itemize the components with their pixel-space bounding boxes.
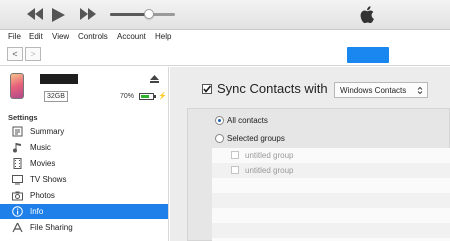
sidebar-item-file-sharing[interactable]: File Sharing [0,220,168,235]
volume-knob[interactable] [144,9,154,19]
menu-bar: File Edit View Controls Account Help [0,30,450,44]
summary-icon [12,126,23,137]
rewind-icon[interactable] [27,8,43,22]
sidebar-item-label: Summary [30,127,65,136]
sidebar-item-label: Music [30,143,51,152]
settings-heading: Settings [8,113,38,122]
empty-row [212,208,450,223]
battery-percent: 70% [120,93,135,100]
charging-icon: ⚡ [158,93,167,100]
empty-row [212,223,450,238]
contacts-source-dropdown[interactable]: Windows Contacts [334,82,428,98]
all-contacts-label: All contacts [227,116,268,125]
menu-file[interactable]: File [8,32,21,41]
sidebar-item-label: Info [30,207,44,216]
iphone-icon [10,73,24,99]
sync-contacts-checkbox[interactable] [202,84,212,94]
sidebar-item-label: File Sharing [30,223,73,232]
group-label: untitled group [245,166,294,175]
info-icon [12,206,23,217]
list-item[interactable]: untitled group [212,163,450,178]
navigation-bar: < > [0,44,450,66]
selected-groups-radio[interactable] [215,134,224,143]
menu-controls[interactable]: Controls [78,32,108,41]
sidebar-item-label: Movies [30,159,56,168]
menu-view[interactable]: View [52,32,69,41]
player-bar [0,0,450,30]
group-checkbox[interactable] [231,151,239,159]
group-label: untitled group [245,151,294,160]
apple-logo-icon [360,6,374,25]
camera-icon [12,190,23,201]
list-item[interactable]: untitled group [212,148,450,163]
tv-icon [12,174,23,185]
app-store-icon [12,222,23,233]
sidebar-item-label: TV Shows [30,175,67,184]
groups-list: untitled group untitled group [212,148,450,241]
sidebar-item-label: Photos [30,191,55,200]
capacity-badge: 32GB [44,91,68,102]
sidebar: 32GB 70% ⚡ Settings Summary Music Movies… [0,67,169,241]
volume-slider[interactable] [110,13,175,16]
main-content: Sync Contacts with Windows Contacts All … [170,67,450,241]
play-icon[interactable] [52,8,65,24]
empty-row [212,178,450,193]
menu-edit[interactable]: Edit [29,32,43,41]
sidebar-item-tv-shows[interactable]: TV Shows [0,172,168,187]
sidebar-item-info[interactable]: Info [0,204,168,219]
all-contacts-radio[interactable] [215,116,224,125]
forward-button[interactable]: > [25,47,41,61]
empty-row [212,193,450,208]
dropdown-value: Windows Contacts [340,86,407,95]
film-icon [12,158,23,169]
sync-contacts-label: Sync Contacts with [217,81,328,96]
sidebar-item-movies[interactable]: Movies [0,156,168,171]
group-checkbox[interactable] [231,166,239,174]
music-note-icon [12,142,23,153]
device-button[interactable] [347,47,389,63]
sidebar-item-photos[interactable]: Photos [0,188,168,203]
fast-forward-icon[interactable] [80,8,96,22]
back-button[interactable]: < [7,47,23,61]
battery-icon [139,93,154,100]
menu-help[interactable]: Help [155,32,171,41]
eject-icon[interactable] [150,75,159,85]
sidebar-item-music[interactable]: Music [0,140,168,155]
sidebar-item-summary[interactable]: Summary [0,124,168,139]
menu-account[interactable]: Account [117,32,146,41]
updown-chevron-icon [417,86,423,97]
battery-fill [141,95,149,98]
device-name-redacted [40,74,78,84]
battery-tip [154,95,156,98]
selected-groups-label: Selected groups [227,134,285,143]
